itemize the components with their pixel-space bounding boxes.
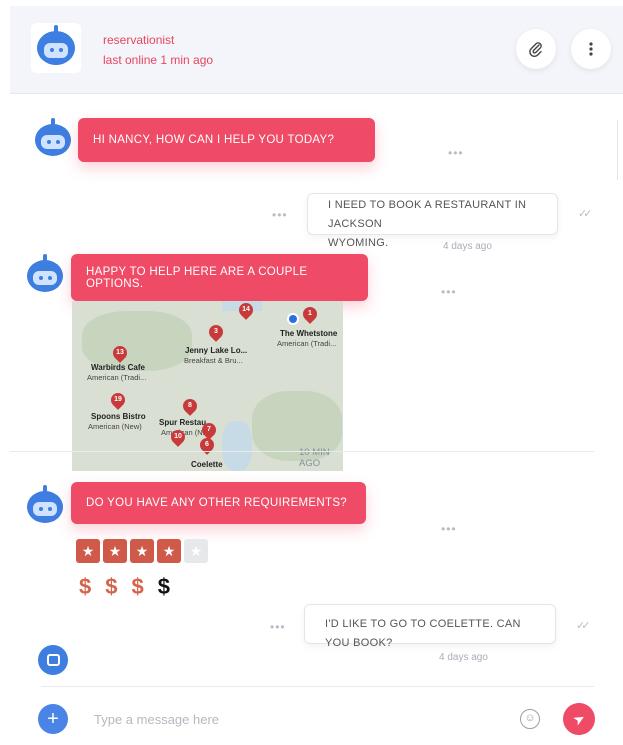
paperclip-icon xyxy=(529,42,542,57)
map-pin[interactable]: 13 xyxy=(110,343,130,363)
restaurant-map[interactable]: 14 1 The Whetstone American (Tradi... 3 … xyxy=(72,301,343,471)
place-category: Breakfast & Bru... xyxy=(184,356,243,365)
current-location-dot xyxy=(287,313,299,325)
contact-status: last online 1 min ago xyxy=(103,53,214,67)
scroll-edge xyxy=(617,120,623,180)
message-input[interactable] xyxy=(94,707,494,731)
place-category: American (Tradi... xyxy=(87,373,147,382)
place-name: Warbirds Cafe xyxy=(91,363,145,372)
place-name: Coelette xyxy=(191,460,223,469)
price-symbol-selected[interactable]: $ xyxy=(132,574,144,600)
message-options-icon[interactable]: ••• xyxy=(448,146,464,160)
message-text: I'D LIKE TO GO TO COELETTE. CAN YOU BOOK… xyxy=(325,618,521,649)
attach-button[interactable] xyxy=(516,29,556,69)
message-text-line2: WYOMING. xyxy=(328,237,389,249)
map-pin[interactable]: 7 xyxy=(199,420,219,440)
place-name: Spoons Bistro xyxy=(91,412,146,421)
message-text: DO YOU HAVE ANY OTHER REQUIREMENTS? xyxy=(86,497,347,509)
map-pin[interactable]: 14 xyxy=(236,301,256,320)
image-upload-button[interactable] xyxy=(38,645,68,675)
emoji-icon[interactable]: ☺ xyxy=(520,709,540,729)
message-options-icon[interactable]: ••• xyxy=(441,285,457,299)
user-message: I NEED TO BOOK A RESTAURANT IN JACKSON W… xyxy=(307,193,558,249)
message-timestamp: 4 days ago xyxy=(439,652,488,663)
price-symbol-selected[interactable]: $ xyxy=(79,574,91,600)
add-attachment-button[interactable]: + xyxy=(38,704,68,734)
vertical-dots-icon xyxy=(589,42,593,56)
message-options-icon[interactable]: ••• xyxy=(441,522,457,536)
bot-avatar xyxy=(33,118,73,158)
user-message: I'D LIKE TO GO TO COELETTE. CAN YOU BOOK… xyxy=(304,604,556,649)
star-icon-filled[interactable]: ★ xyxy=(103,539,127,563)
map-pin[interactable]: 8 xyxy=(180,396,200,416)
price-level[interactable]: $ $ $ $ xyxy=(79,574,170,600)
star-icon-filled[interactable]: ★ xyxy=(130,539,154,563)
bot-avatar xyxy=(25,254,65,294)
read-receipt-icon: ✓✓ xyxy=(576,620,591,632)
place-category: American (Tradi... xyxy=(277,339,337,348)
bot-avatar xyxy=(31,23,81,73)
bot-message: HI NANCY, HOW CAN I HELP YOU TODAY? xyxy=(78,118,375,162)
bot-message: DO YOU HAVE ANY OTHER REQUIREMENTS? xyxy=(71,482,366,524)
map-pin[interactable]: 1 xyxy=(300,304,320,324)
map-pin[interactable]: 3 xyxy=(206,322,226,342)
read-receipt-icon: ✓✓ xyxy=(578,208,593,220)
river-shape xyxy=(222,421,252,471)
chat-header: reservationist last online 1 min ago xyxy=(10,6,623,94)
star-rating[interactable]: ★ ★ ★ ★ ★ xyxy=(76,539,208,563)
compose-divider xyxy=(41,686,594,687)
image-icon xyxy=(46,654,60,666)
menu-button[interactable] xyxy=(571,29,611,69)
bot-avatar xyxy=(25,485,65,525)
message-options-icon[interactable]: ••• xyxy=(270,620,286,634)
message-text-line1: I NEED TO BOOK A RESTAURANT IN JACKSON xyxy=(328,199,527,230)
star-icon-empty[interactable]: ★ xyxy=(184,539,208,563)
message-text: HI NANCY, HOW CAN I HELP YOU TODAY? xyxy=(93,134,335,146)
message-timestamp: 4 days ago xyxy=(443,241,492,252)
star-icon-filled[interactable]: ★ xyxy=(157,539,181,563)
forest-shape xyxy=(82,311,192,371)
message-options-icon[interactable]: ••• xyxy=(272,208,288,222)
map-pin[interactable]: 19 xyxy=(108,390,128,410)
star-icon-filled[interactable]: ★ xyxy=(76,539,100,563)
price-symbol-unselected[interactable]: $ xyxy=(158,574,170,600)
bot-message: HAPPY TO HELP HERE ARE A COUPLE OPTIONS. xyxy=(71,254,368,301)
place-name: Jenny Lake Lo... xyxy=(185,346,248,355)
place-category: American (New) xyxy=(88,422,142,431)
message-text: HAPPY TO HELP HERE ARE A COUPLE OPTIONS. xyxy=(86,265,308,290)
map-pin[interactable]: 10 xyxy=(168,427,188,447)
contact-name[interactable]: reservationist xyxy=(103,33,174,47)
place-name: The Whetstone xyxy=(280,329,338,338)
price-symbol-selected[interactable]: $ xyxy=(105,574,117,600)
send-button[interactable]: ➤ xyxy=(557,697,601,741)
divider xyxy=(10,451,594,452)
